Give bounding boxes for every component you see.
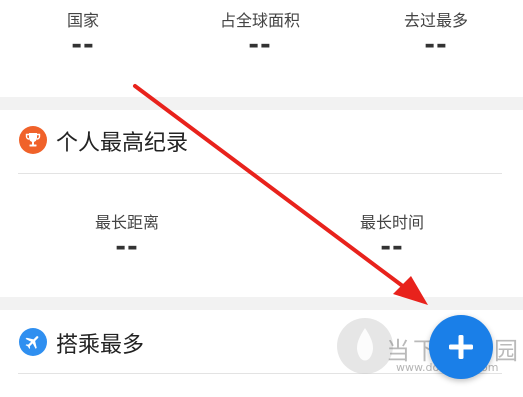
section-separator: [0, 97, 523, 110]
section-title-personal-record: 个人最高纪录: [56, 131, 189, 156]
stat-value-countries: --: [71, 30, 95, 60]
add-button[interactable]: [429, 315, 493, 379]
stat-label-most-visited: 去过最多: [403, 11, 468, 30]
section-separator: [0, 297, 523, 310]
section-title-most-flown: 搭乘最多: [56, 333, 145, 358]
divider: [18, 173, 502, 174]
stat-label-longest-distance: 最长距离: [94, 213, 159, 232]
stat-label-countries: 国家: [66, 11, 99, 30]
plus-icon: [449, 335, 473, 359]
watermark-logo: [337, 318, 393, 374]
airplane-icon: [19, 328, 47, 356]
stat-value-longest-time: --: [380, 232, 404, 262]
stat-value-global-area: --: [248, 30, 272, 60]
trophy-icon: [19, 126, 47, 154]
stat-label-longest-time: 最长时间: [359, 213, 424, 232]
stat-value-longest-distance: --: [115, 232, 139, 262]
stat-value-most-visited: --: [424, 30, 448, 60]
stat-label-global-area: 占全球面积: [219, 11, 300, 30]
